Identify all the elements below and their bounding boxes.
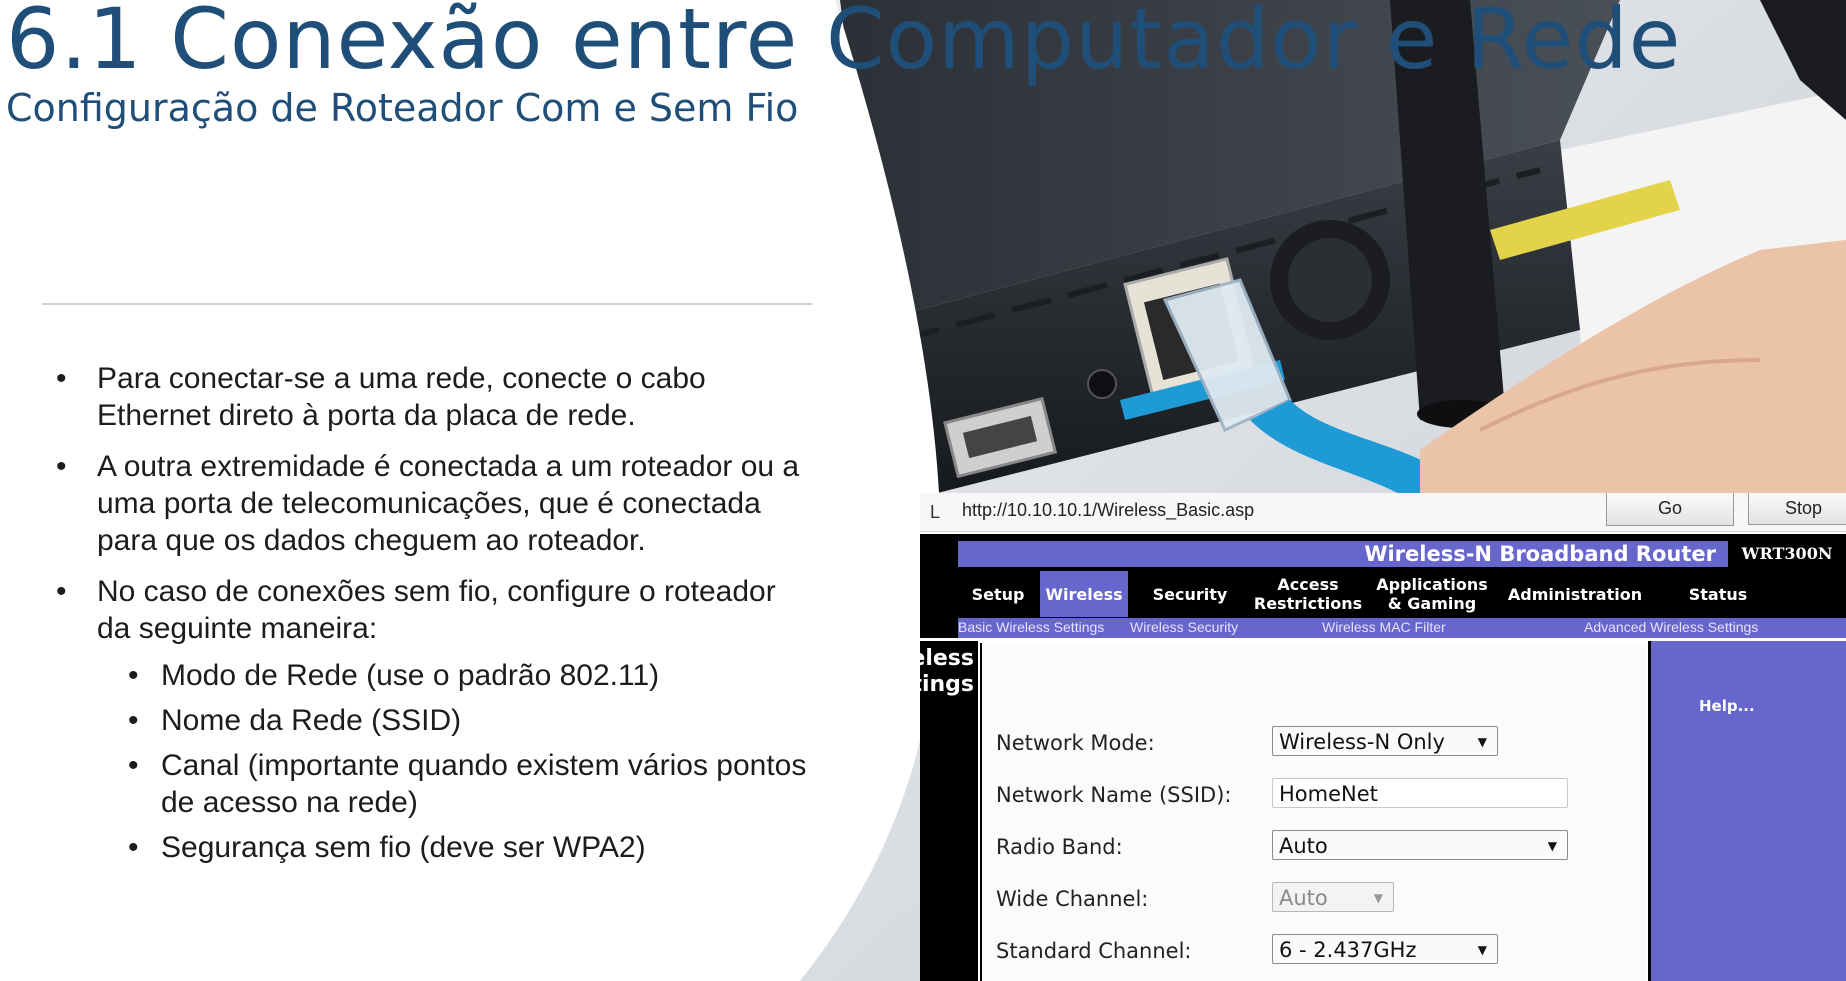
radio-band-select[interactable]: Auto ▼ (1272, 830, 1568, 860)
bullet-list: • Para conectar-se a uma rede, conecte o … (52, 360, 812, 874)
ssid-input[interactable]: HomeNet (1272, 778, 1568, 808)
subtab-wireless-security[interactable]: Wireless Security (1130, 619, 1238, 635)
tab-wireless[interactable]: Wireless (1040, 571, 1128, 617)
page-title: 6.1 Conexão entre Computador e Rede (6, 0, 1682, 88)
tab-security[interactable]: Security (1134, 571, 1246, 617)
sub-bullet-text: Modo de Rede (use o padrão 802.11) (161, 659, 660, 692)
wide-channel-label: Wide Channel: (996, 887, 1149, 911)
dropdown-arrow-icon: ▼ (1373, 891, 1383, 905)
subtab-advanced-wireless-settings[interactable]: Advanced Wireless Settings (1584, 619, 1758, 635)
help-panel: Help... (1648, 641, 1846, 981)
standard-channel-select[interactable]: 6 - 2.437GHz ▼ (1272, 934, 1498, 964)
bullet-text: A outra extremidade é conectada a um rot… (97, 450, 800, 557)
tab-setup[interactable]: Setup (958, 571, 1038, 617)
router-config-screenshot: L http://10.10.10.1/Wireless_Basic.asp G… (920, 493, 1846, 981)
sub-bullet-item: • Nome da Rede (SSID) (128, 704, 462, 737)
radio-band-value: Auto (1279, 834, 1328, 858)
tab-applications-gaming[interactable]: Applications & Gaming (1372, 571, 1492, 617)
wide-channel-select[interactable]: Auto ▼ (1272, 882, 1394, 912)
dropdown-arrow-icon: ▼ (1477, 943, 1487, 957)
standard-channel-value: 6 - 2.437GHz (1279, 938, 1417, 962)
address-label: L (930, 502, 941, 522)
sub-nav: Basic Wireless Settings Wireless Securit… (958, 618, 1846, 638)
model-name: WRT300N (1728, 539, 1846, 569)
tab-administration[interactable]: Administration (1496, 571, 1654, 617)
brand-name: Wireless-N Broadband Router (1364, 542, 1716, 566)
tab-access-restrictions[interactable]: Access Restrictions (1248, 571, 1368, 617)
dropdown-arrow-icon: ▼ (1547, 839, 1557, 853)
radio-band-label: Radio Band: (996, 835, 1123, 859)
sub-bullet-item: • Segurança sem fio (deve ser WPA2) (128, 831, 646, 864)
tab-status[interactable]: Status (1658, 571, 1778, 617)
network-mode-label: Network Mode: (996, 731, 1155, 755)
standard-channel-label: Standard Channel: (996, 939, 1192, 963)
address-bar: L http://10.10.10.1/Wireless_Basic.asp G… (920, 493, 1846, 532)
section-title-panel: eless tings (920, 641, 978, 981)
subtab-basic-wireless-settings[interactable]: Basic Wireless Settings (958, 619, 1104, 635)
subtab-wireless-mac-filter[interactable]: Wireless MAC Filter (1322, 619, 1446, 635)
slide: 6.1 Conexão entre Computador e Rede Conf… (0, 0, 1846, 981)
help-link[interactable]: Help... (1699, 697, 1755, 715)
brand-bar: Wireless-N Broadband Router WRT300N (958, 539, 1846, 569)
main-nav: Setup Wireless Security Access Restricti… (958, 571, 1846, 621)
network-mode-select[interactable]: Wireless-N Only ▼ (1272, 726, 1498, 756)
sub-bullet-text: Nome da Rede (SSID) (161, 704, 462, 737)
ssid-label: Network Name (SSID): (996, 783, 1232, 807)
sub-bullet-text: Canal (importante quando existem vários … (161, 749, 807, 819)
bullet-item: • A outra extremidade é conectada a um ro… (52, 448, 812, 559)
section-title-line: eless (920, 646, 974, 671)
stop-button[interactable]: Stop (1748, 493, 1846, 525)
section-title-line: tings (920, 672, 974, 697)
bullet-text: Para conectar-se a uma rede, conecte o c… (97, 362, 706, 432)
url-input[interactable]: http://10.10.10.1/Wireless_Basic.asp (958, 496, 1602, 524)
bullet-text: No caso de conexões sem fio, configure o… (97, 575, 776, 645)
sub-bullet-item: • Canal (importante quando existem vários… (124, 747, 812, 821)
wide-channel-value: Auto (1279, 886, 1328, 910)
page-subtitle: Configuração de Roteador Com e Sem Fio (6, 86, 799, 130)
settings-content (980, 643, 1646, 981)
dropdown-arrow-icon: ▼ (1477, 735, 1487, 749)
sub-bullet-text: Segurança sem fio (deve ser WPA2) (161, 831, 646, 864)
sub-bullet-item: • Modo de Rede (use o padrão 802.11) (128, 659, 660, 692)
divider (42, 303, 812, 305)
network-mode-value: Wireless-N Only (1279, 730, 1445, 754)
go-button[interactable]: Go (1606, 493, 1734, 526)
bullet-item: • Para conectar-se a uma rede, conecte o … (52, 360, 812, 434)
bullet-item: • No caso de conexões sem fio, configure … (52, 573, 812, 647)
